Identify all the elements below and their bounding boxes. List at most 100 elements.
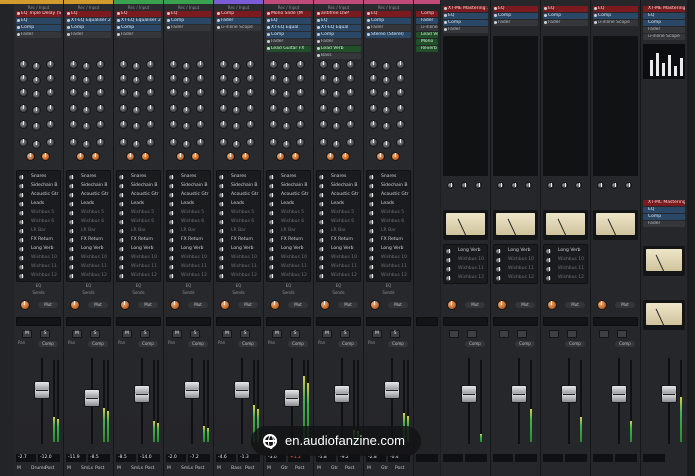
eq-knob[interactable] bbox=[319, 60, 328, 69]
send-level-knob[interactable] bbox=[68, 174, 75, 181]
dyn-knob[interactable] bbox=[461, 182, 468, 189]
send-row[interactable]: Wishbus 11 bbox=[444, 265, 487, 274]
gain-knob[interactable] bbox=[91, 152, 100, 161]
send-level-knob[interactable] bbox=[168, 246, 175, 253]
send-row[interactable]: Long Verb bbox=[444, 247, 487, 256]
eq-knob[interactable] bbox=[269, 88, 278, 97]
eq-knob[interactable] bbox=[146, 88, 155, 97]
send-level-knob[interactable] bbox=[268, 246, 275, 253]
send-level-knob[interactable] bbox=[368, 273, 375, 280]
send-row[interactable]: FX Return bbox=[17, 236, 60, 245]
send-level-knob[interactable] bbox=[118, 183, 125, 190]
send-row[interactable]: Leads bbox=[317, 200, 360, 209]
send-level-knob[interactable] bbox=[168, 192, 175, 199]
insert-power-icon[interactable] bbox=[444, 14, 447, 17]
send-level-knob[interactable] bbox=[368, 228, 375, 235]
insert-power-icon[interactable] bbox=[117, 12, 120, 15]
dyn-knob[interactable] bbox=[575, 182, 582, 189]
send-level-knob[interactable] bbox=[218, 174, 225, 181]
insert-slot[interactable]: EQ bbox=[643, 13, 685, 19]
send-level-knob[interactable] bbox=[495, 257, 502, 264]
eq-knob[interactable] bbox=[282, 122, 291, 131]
send-level-knob[interactable] bbox=[68, 255, 75, 262]
insert-slot[interactable]: XT-EQ Equal bbox=[316, 25, 361, 31]
insert-power-icon[interactable] bbox=[17, 12, 20, 15]
solo-button[interactable]: S bbox=[40, 330, 50, 338]
eq-knob[interactable] bbox=[269, 104, 278, 113]
gain-knob[interactable] bbox=[41, 152, 50, 161]
footer-label[interactable]: Post bbox=[45, 466, 54, 471]
gain-knob[interactable] bbox=[176, 152, 185, 161]
volume-fader[interactable] bbox=[34, 381, 50, 399]
send-level-knob[interactable] bbox=[68, 237, 75, 244]
send-row[interactable]: Sidechain B bbox=[217, 182, 260, 191]
send-row[interactable]: Wishbus 10 bbox=[494, 256, 537, 265]
send-row[interactable]: Snares bbox=[117, 173, 160, 182]
volume-fader[interactable] bbox=[284, 389, 300, 407]
footer-label[interactable]: SmLs bbox=[181, 466, 193, 471]
eq-knob[interactable] bbox=[382, 122, 391, 131]
footer-label[interactable]: M bbox=[217, 466, 221, 471]
solo-button[interactable]: S bbox=[140, 330, 150, 338]
eq-knob[interactable] bbox=[296, 138, 305, 147]
eq-knob[interactable] bbox=[346, 60, 355, 69]
footer-label[interactable]: Bass bbox=[231, 466, 242, 471]
insert-slot[interactable]: Comp bbox=[593, 13, 638, 19]
send-level-knob[interactable] bbox=[68, 219, 75, 226]
gain-knob[interactable] bbox=[141, 152, 150, 161]
send-row[interactable]: Leads bbox=[67, 200, 110, 209]
eq-knob[interactable] bbox=[246, 74, 255, 83]
insert-slot[interactable]: XT-ME Mastering 1 bbox=[443, 6, 488, 12]
dyn-knob[interactable] bbox=[547, 182, 554, 189]
insert-slot[interactable]: Fader bbox=[493, 20, 538, 26]
mute-mini-button[interactable]: Mut bbox=[238, 302, 258, 308]
send-row[interactable]: Wishbus 5 bbox=[167, 209, 210, 218]
insert-power-icon[interactable] bbox=[167, 26, 170, 29]
send-row[interactable]: Wishbus 10 bbox=[217, 254, 260, 263]
comp-button[interactable]: Comp bbox=[138, 341, 158, 347]
eq-knob[interactable] bbox=[319, 138, 328, 147]
eq-knob[interactable] bbox=[196, 104, 205, 113]
mute-mini-button[interactable]: Mut bbox=[188, 302, 208, 308]
insert-power-icon[interactable] bbox=[494, 14, 497, 17]
channel-name-field[interactable] bbox=[543, 317, 588, 326]
insert-power-icon[interactable] bbox=[544, 7, 547, 10]
insert-power-icon[interactable] bbox=[267, 40, 270, 43]
send-level-knob[interactable] bbox=[268, 183, 275, 190]
footer-label[interactable]: Gtr bbox=[381, 466, 388, 471]
comp-button[interactable]: Comp bbox=[288, 341, 308, 347]
eq-knob[interactable] bbox=[32, 122, 41, 131]
channel-name-field[interactable] bbox=[266, 317, 311, 326]
send-row[interactable]: Wishbus 10 bbox=[544, 256, 587, 265]
send-level-knob[interactable] bbox=[445, 248, 452, 255]
mute-mini-button[interactable]: Mut bbox=[515, 302, 535, 308]
insert-slot[interactable]: Comp bbox=[166, 18, 211, 24]
eq-knob[interactable] bbox=[182, 106, 191, 115]
send-row[interactable]: LR Bar bbox=[17, 227, 60, 236]
eq-knob[interactable] bbox=[96, 120, 105, 129]
channel-name-field[interactable] bbox=[66, 317, 111, 326]
send-row[interactable]: Wishbus 6 bbox=[67, 218, 110, 227]
mute-button[interactable] bbox=[499, 330, 509, 338]
insert-slot[interactable]: EQ bbox=[66, 11, 111, 17]
send-level-knob[interactable] bbox=[168, 264, 175, 271]
send-row[interactable]: FX Return bbox=[267, 236, 310, 245]
send-level-knob[interactable] bbox=[118, 219, 125, 226]
send-level-knob[interactable] bbox=[218, 183, 225, 190]
comp-button[interactable]: Comp bbox=[188, 341, 208, 347]
comp-button[interactable]: Comp bbox=[388, 341, 408, 347]
eq-knob[interactable] bbox=[296, 88, 305, 97]
insert-slot[interactable]: Fader bbox=[166, 25, 211, 31]
solo-button[interactable] bbox=[567, 330, 577, 338]
send-level-knob[interactable] bbox=[218, 273, 225, 280]
send-row[interactable]: Snares bbox=[17, 173, 60, 182]
insert-slot[interactable]: u-inline Scope bbox=[593, 20, 638, 26]
eq-knob[interactable] bbox=[282, 90, 291, 99]
eq-knob[interactable] bbox=[196, 88, 205, 97]
footer-label[interactable]: M bbox=[17, 466, 21, 471]
send-row[interactable]: Wishbus 11 bbox=[117, 263, 160, 272]
eq-knob[interactable] bbox=[382, 76, 391, 85]
eq-knob[interactable] bbox=[332, 76, 341, 85]
eq-knob[interactable] bbox=[69, 138, 78, 147]
dyn-knob[interactable] bbox=[525, 182, 532, 189]
